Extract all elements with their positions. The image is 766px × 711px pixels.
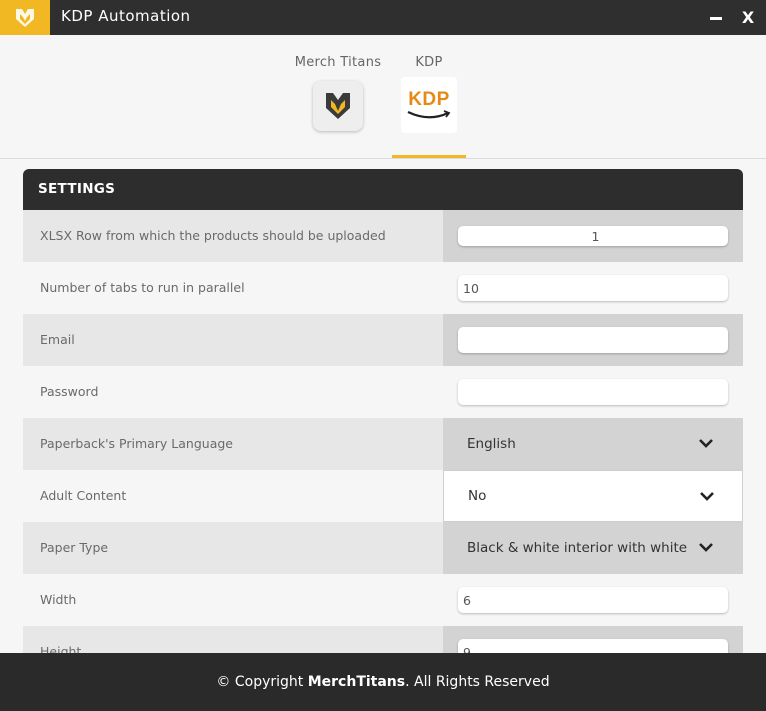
minimize-button[interactable] (701, 0, 731, 35)
amazon-smile-icon (407, 110, 451, 119)
setting-row-language: Paperback's Primary Language English (23, 418, 743, 470)
setting-row-height: Height (23, 626, 743, 653)
setting-row-paper-type: Paper Type Black & white interior with w… (23, 522, 743, 574)
close-button[interactable]: X (733, 0, 763, 35)
width-input[interactable] (458, 587, 728, 613)
select-value: No (468, 488, 487, 504)
app-logo-icon (0, 0, 50, 35)
select-value: Black & white interior with white paper (467, 540, 692, 556)
setting-row-adult-content: Adult Content No (23, 470, 743, 522)
footer-copyright-suffix: . All Rights Reserved (405, 674, 550, 690)
setting-row-password: Password (23, 366, 743, 418)
paper-type-select[interactable]: Black & white interior with white paper (443, 522, 743, 574)
settings-header: SETTINGS (23, 169, 743, 210)
email-input[interactable] (458, 327, 728, 353)
setting-label: XLSX Row from which the products should … (23, 210, 443, 262)
setting-label: Paperback's Primary Language (23, 418, 443, 470)
setting-label: Number of tabs to run in parallel (23, 262, 443, 314)
xlsx-row-input[interactable] (458, 226, 728, 246)
tab-merch-titans[interactable]: Merch Titans (290, 35, 386, 158)
tab-kdp[interactable]: KDP KDP (392, 35, 466, 158)
chevron-down-icon (699, 439, 713, 448)
tab-merch-titans-label: Merch Titans (294, 55, 382, 70)
chevron-down-icon (699, 543, 713, 552)
active-tab-indicator (392, 155, 466, 158)
setting-label: Paper Type (23, 522, 443, 574)
footer-copyright-prefix: © Copyright (216, 674, 308, 690)
language-select[interactable]: English (443, 418, 743, 470)
setting-label: Adult Content (23, 470, 443, 522)
setting-row-parallel-tabs: Number of tabs to run in parallel (23, 262, 743, 314)
setting-label: Email (23, 314, 443, 366)
setting-label: Height (23, 626, 443, 653)
merch-titans-logo-icon (313, 81, 363, 131)
chevron-down-icon (700, 492, 714, 501)
tab-kdp-label: KDP (415, 55, 443, 70)
setting-row-xlsx-row: XLSX Row from which the products should … (23, 210, 743, 262)
title-bar: KDP Automation X (0, 0, 766, 35)
setting-label: Password (23, 366, 443, 418)
select-value: English (467, 436, 516, 452)
password-input[interactable] (458, 379, 728, 405)
kdp-logo-text: KDP (408, 89, 450, 110)
window-title: KDP Automation (61, 7, 191, 25)
setting-row-width: Width (23, 574, 743, 626)
kdp-logo-icon: KDP (401, 77, 457, 133)
app-tab-strip: Merch Titans KDP KDP (0, 35, 766, 159)
minimize-icon (710, 17, 722, 20)
adult-content-select[interactable]: No (443, 470, 743, 522)
parallel-tabs-input[interactable] (458, 275, 728, 301)
footer: © Copyright MerchTitans. All Rights Rese… (0, 653, 766, 711)
footer-brand: MerchTitans (307, 674, 406, 690)
setting-row-email: Email (23, 314, 743, 366)
settings-panel: SETTINGS XLSX Row from which the product… (23, 169, 743, 653)
height-input[interactable] (458, 639, 728, 653)
setting-label: Width (23, 574, 443, 626)
